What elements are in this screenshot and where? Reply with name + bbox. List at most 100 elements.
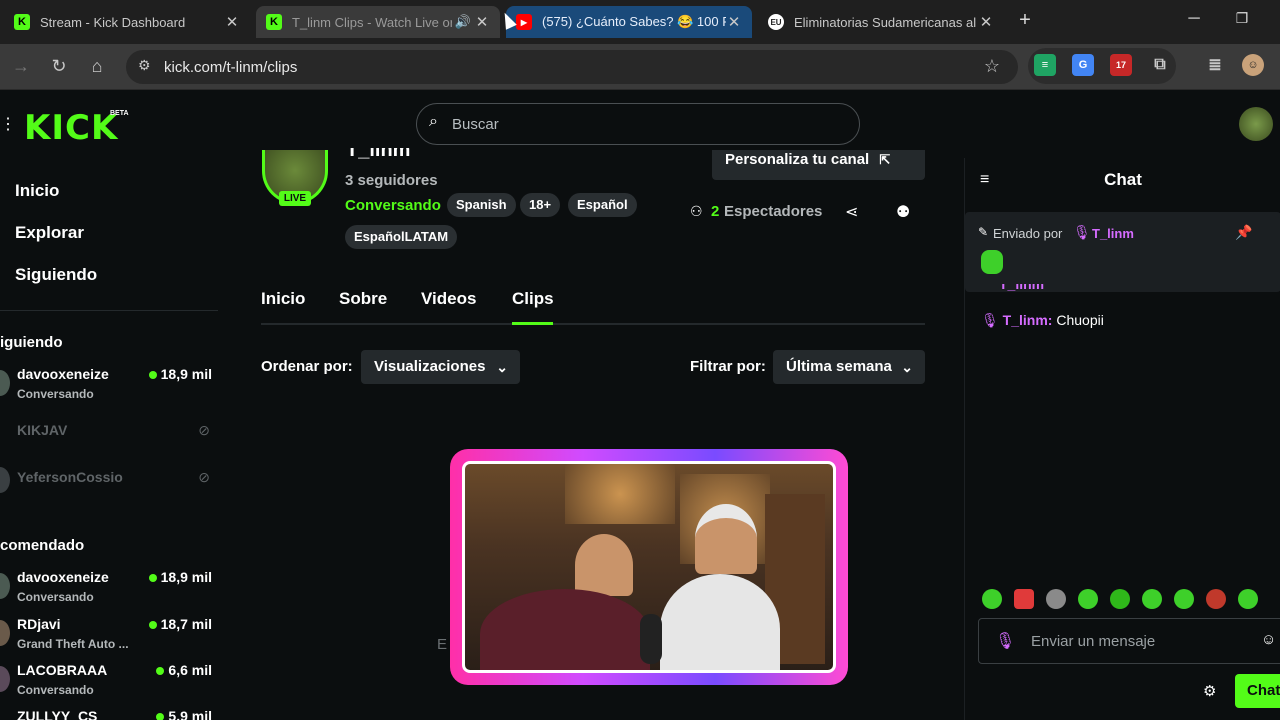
sidebar-item-explorar[interactable]: Explorar — [15, 223, 84, 243]
close-icon[interactable]: ✕ — [474, 13, 490, 31]
sort-label: Ordenar por: — [261, 358, 353, 375]
chat-panel: ≡ Chat ✎ Enviado por 🎙 T_linm 📌 T_linm 🎙… — [964, 158, 1280, 720]
viewer-count: 18,7 mil — [148, 616, 212, 632]
close-icon[interactable]: ✕ — [978, 13, 994, 31]
url-text[interactable]: kick.com/t-linm/clips — [164, 59, 297, 76]
viewer-count: 5,9 mil — [156, 708, 212, 720]
forward-icon[interactable]: → — [10, 56, 32, 77]
following-channel-item[interactable]: KIKJAV ⊘ — [0, 422, 220, 462]
recommended-channel-item[interactable]: LACOBRAAA Conversando 6,6 mil — [0, 662, 220, 702]
sort-value: Visualizaciones — [374, 358, 486, 375]
person-head — [575, 534, 633, 596]
new-tab-button[interactable]: + — [1013, 9, 1037, 32]
chat-text: Chuopii — [1056, 312, 1104, 328]
emote-icon[interactable] — [1110, 589, 1130, 609]
tag-pill[interactable]: EspañolLATAM — [345, 225, 458, 249]
emote-icon[interactable] — [1046, 589, 1066, 609]
emote-icon[interactable] — [1078, 589, 1098, 609]
translate-extension-icon[interactable]: G — [1072, 54, 1094, 76]
speaker-icon[interactable]: 🔊 — [452, 14, 474, 30]
chat-settings-icon[interactable]: ⚙ — [1203, 682, 1216, 700]
customize-label: Personaliza tu canal — [725, 151, 870, 168]
webcam-overlay — [450, 449, 848, 685]
following-channel-item[interactable]: YefersonCossio ⊘ — [0, 467, 220, 509]
media-control-icon[interactable]: ≣ — [1204, 54, 1226, 76]
kick-logo[interactable]: KICK — [24, 108, 118, 148]
kick-favicon-icon: K — [14, 14, 30, 30]
sidebar: Inicio Explorar Siguiendo iguiendo davoo… — [0, 158, 230, 720]
chat-message-input[interactable]: 🎙 Enviar un mensaje ☺ — [978, 618, 1280, 664]
menu-icon[interactable]: ⋮ — [0, 114, 16, 134]
avatar — [0, 467, 10, 493]
following-channel-item[interactable]: davooxeneize Conversando 18,9 mil — [0, 366, 220, 406]
user-avatar[interactable] — [1239, 107, 1273, 141]
tag-pill[interactable]: Español — [568, 193, 637, 217]
follower-count: 3 seguidores — [345, 172, 438, 189]
channel-name: davooxeneize — [17, 569, 109, 585]
close-icon[interactable]: ✕ — [224, 13, 240, 31]
sidebar-item-inicio[interactable]: Inicio — [15, 181, 59, 201]
site-info-icon[interactable]: ⚙ — [138, 57, 151, 74]
recommended-channel-item[interactable]: ZULLYY_CS 5,9 mil — [0, 708, 220, 720]
sort-dropdown[interactable]: Visualizaciones ⌄ — [361, 350, 520, 384]
minimize-icon[interactable]: ─ — [1182, 10, 1206, 28]
emote-icon[interactable] — [1206, 589, 1226, 609]
tab-kick-dashboard[interactable]: K Stream - Kick Dashboard ✕ — [4, 6, 250, 38]
live-dot-icon — [156, 713, 165, 720]
profile-avatar-icon[interactable]: ☺ — [1242, 54, 1264, 76]
tab-eliminatorias[interactable]: EU Eliminatorias Sudamericanas al ✕ — [758, 6, 1004, 38]
site-favicon-icon: EU — [768, 14, 784, 30]
emote-icon[interactable] — [982, 589, 1002, 609]
stream-category[interactable]: Conversando — [345, 197, 441, 214]
chat-username[interactable]: T_linm — [1003, 312, 1048, 328]
emote-icon[interactable] — [1238, 589, 1258, 609]
puzzle-extensions-icon[interactable]: ⧉ — [1149, 54, 1171, 76]
channel-category: Conversando — [17, 683, 94, 697]
viewers-label: Espectadores — [724, 203, 823, 220]
chat-input-placeholder: Enviar un mensaje — [1031, 633, 1156, 650]
reload-icon[interactable]: ↻ — [48, 56, 70, 77]
channel-name-clipped: T_linm — [346, 148, 411, 160]
tab-youtube[interactable]: ▶ (575) ¿Cuánto Sabes? 😂 100 F ✕ — [506, 6, 752, 38]
follow-user-icon[interactable]: ⚉ — [896, 202, 910, 222]
tab-clips[interactable]: Clips — [512, 289, 554, 309]
tab-sobre[interactable]: Sobre — [339, 289, 387, 309]
address-bar[interactable]: ⚙ kick.com/t-linm/clips ☆ — [126, 50, 1018, 84]
search-icon: ⌕ — [429, 113, 438, 130]
avatar — [0, 620, 10, 646]
divider — [0, 310, 218, 311]
bookmark-star-icon[interactable]: ☆ — [984, 56, 1000, 77]
recommended-channel-item[interactable]: RDjavi Grand Theft Auto ... 18,7 mil — [0, 616, 220, 656]
restore-icon[interactable]: ❐ — [1230, 10, 1254, 27]
channel-category: Grand Theft Auto ... — [17, 637, 129, 651]
tab-tlinm-clips[interactable]: K T_linm Clips - Watch Live or 🔊 ✕ — [256, 6, 500, 38]
sidebar-item-siguiendo[interactable]: Siguiendo — [15, 265, 97, 285]
share-icon[interactable]: ⋖ — [845, 202, 858, 222]
recommended-channel-item[interactable]: davooxeneize Conversando 18,9 mil — [0, 569, 220, 609]
unpin-icon[interactable]: 📌 — [1235, 224, 1252, 241]
microphone — [640, 614, 662, 664]
lamp-glow — [565, 464, 675, 524]
tag-pill[interactable]: Spanish — [447, 193, 516, 217]
customize-channel-button[interactable]: Personaliza tu canal ⇱ — [712, 150, 925, 180]
send-chat-button[interactable]: Chat — [1235, 674, 1280, 708]
emoji-icon[interactable]: ☺ — [1261, 631, 1276, 648]
viewer-count: 18,9 mil — [148, 366, 212, 382]
following-header: iguiendo — [0, 334, 63, 351]
extension-icon[interactable]: 17 — [1110, 54, 1132, 76]
channel-name: ZULLYY_CS — [17, 708, 98, 720]
emote-icon[interactable] — [1014, 589, 1034, 609]
home-icon[interactable]: ⌂ — [86, 56, 108, 77]
filter-dropdown[interactable]: Última semana ⌄ — [773, 350, 925, 384]
emote-icon[interactable] — [1142, 589, 1162, 609]
pinned-user[interactable]: T_linm — [1092, 226, 1134, 241]
tab-inicio[interactable]: Inicio — [261, 289, 305, 309]
emote-icon[interactable] — [1174, 589, 1194, 609]
close-icon[interactable]: ✕ — [726, 13, 742, 31]
sheets-extension-icon[interactable]: ≡ — [1034, 54, 1056, 76]
chevron-down-icon: ⌄ — [496, 359, 508, 375]
search-input[interactable]: ⌕ Buscar — [416, 103, 860, 145]
tab-videos[interactable]: Videos — [421, 289, 476, 309]
tag-pill[interactable]: 18+ — [520, 193, 561, 217]
live-dot-icon — [148, 574, 157, 582]
